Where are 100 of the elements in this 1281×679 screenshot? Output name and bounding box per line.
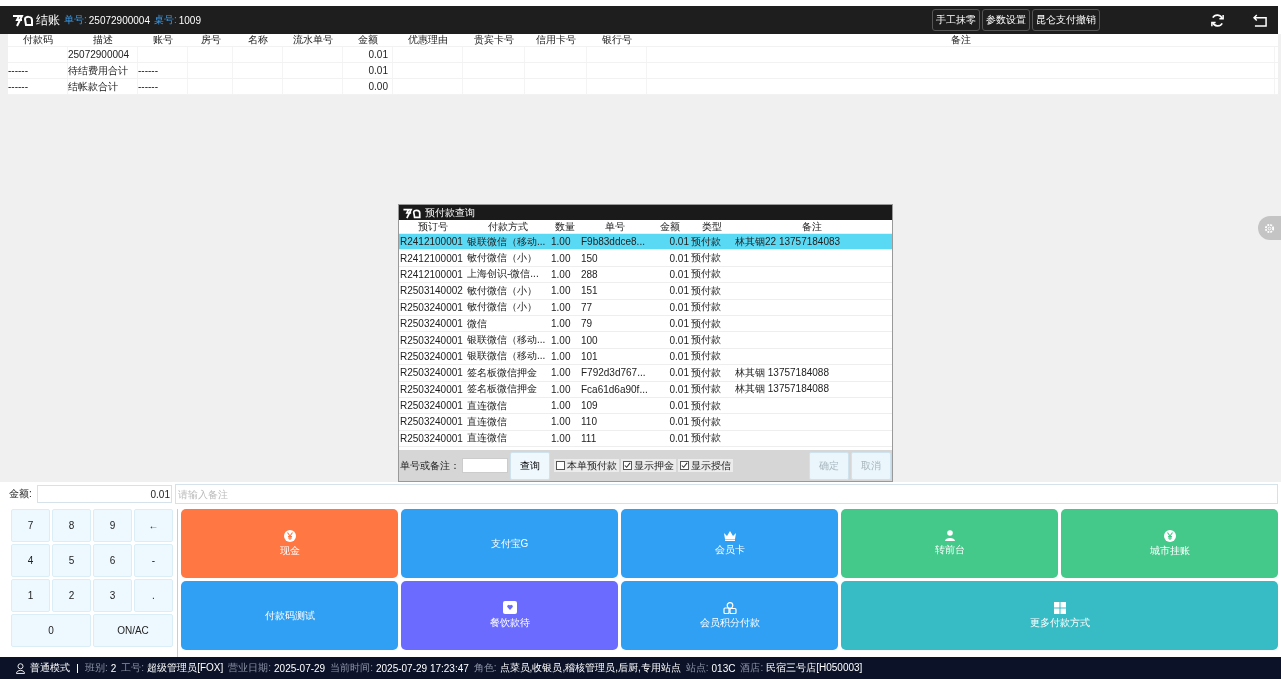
settings-handle[interactable] — [1258, 216, 1281, 240]
yen-icon — [283, 529, 296, 542]
table-number: 1009 — [178, 14, 201, 26]
table-cell: 1.00 — [551, 285, 571, 297]
keypad-key[interactable]: . — [134, 579, 173, 612]
table-cell: 签名板微信押金 — [467, 382, 537, 397]
header-button[interactable]: 昆仑支付撤销 — [1032, 9, 1100, 31]
table-cell: 预付款 — [691, 316, 721, 331]
table-row[interactable]: R2503240001 微信 1.00 79 0.01 预付款 — [399, 315, 892, 333]
table-cell: 1.00 — [551, 268, 571, 280]
table-row[interactable]: R2412100001 上海创识-微信... 1.00 288 0.01 预付款 — [399, 266, 892, 284]
table-cell: 1.00 — [551, 432, 571, 444]
table-row[interactable]: R2503240001 直连微信 1.00 111 0.01 预付款 — [399, 430, 892, 448]
table-cell: ------ — [138, 81, 158, 92]
remark-field[interactable]: 请输入备注 — [175, 484, 1278, 504]
search-field[interactable] — [462, 458, 508, 473]
keypad-key[interactable]: 3 — [93, 579, 132, 612]
table-cell: 直连微信 — [467, 398, 507, 413]
table-cell: 1.00 — [551, 301, 571, 313]
table-row[interactable]: R2503240001 银联微信（移动... 1.00 100 0.01 预付款 — [399, 332, 892, 349]
keypad-key[interactable]: 7 — [11, 509, 50, 542]
table-row[interactable]: R2503140002 敏付微信（小） 1.00 151 0.01 预付款 — [399, 283, 892, 300]
keypad-key[interactable]: ON/AC — [93, 614, 173, 647]
column-header: 类型 — [701, 219, 723, 234]
table-cell: 预付款 — [691, 398, 721, 413]
logo-icon — [402, 206, 422, 219]
keypad-key[interactable]: 8 — [52, 509, 91, 542]
filter-checkbox[interactable]: 显示授信 — [678, 459, 733, 472]
table-cell: 签名板微信押金 — [467, 365, 537, 380]
table-cell: 预付款 — [691, 382, 721, 397]
keypad-key[interactable]: 6 — [93, 544, 132, 577]
table-cell: 288 — [581, 268, 598, 280]
yen-icon — [1163, 529, 1176, 542]
table-cell: 0.01 — [368, 49, 388, 60]
status-value: 013C — [711, 662, 736, 674]
keypad-key[interactable]: 1 — [11, 579, 50, 612]
payment-button[interactable]: 餐饮款待 — [401, 581, 618, 650]
table-cell: R2503240001 — [400, 383, 463, 395]
order-label: 单号: — [64, 13, 87, 27]
table-row[interactable]: R2503240001 银联微信（移动... 1.00 101 0.01 预付款 — [399, 348, 892, 366]
amount-field[interactable]: 0.01 — [37, 485, 172, 503]
table-cell: R2503240001 — [400, 318, 463, 330]
table-cell: 0.01 — [669, 400, 689, 412]
keypad-key[interactable]: 2 — [52, 579, 91, 612]
table-cell: 101 — [581, 350, 598, 362]
table-cell: 151 — [581, 285, 598, 297]
column-header: 备注 — [950, 33, 972, 47]
table-row[interactable]: R2412100001 银联微信（移动... 1.00 F9b83ddce8... 0.01 预付款 林其铟22 13757184083 — [399, 234, 892, 251]
header-button[interactable]: 参数设置 — [982, 9, 1030, 31]
table-row[interactable]: R2503240001 直连微信 1.00 109 0.01 预付款 — [399, 397, 892, 415]
table-cell: 1.00 — [551, 350, 571, 362]
table-cell: 79 — [581, 318, 593, 330]
table-cell: 预付款 — [691, 431, 721, 446]
table-row[interactable]: R2503240001 签名板微信押金 1.00 Fca61d6a90f... 0.01 预付款 林其铟 13757184088 — [399, 381, 892, 398]
table-cell: 待结费用合计 — [68, 63, 128, 78]
back-icon[interactable] — [1253, 13, 1268, 27]
table-cell: 100 — [581, 334, 598, 346]
table-cell: 银联微信（移动... — [467, 333, 546, 348]
keypad-key[interactable]: 5 — [52, 544, 91, 577]
column-header: 备注 — [801, 219, 823, 234]
logo-icon — [12, 13, 34, 27]
table-cell: 1.00 — [551, 252, 571, 264]
status-value: 点菜员,收银员,稽核管理员,后厨,专用站点 — [499, 661, 681, 675]
column-header: 金额 — [357, 33, 379, 47]
table-cell: 直连微信 — [467, 431, 507, 446]
table-cell: 0.01 — [669, 367, 689, 379]
table-row[interactable]: R2503240001 敏付微信（小） 1.00 77 0.01 预付款 — [399, 299, 892, 316]
dialog-title: 预付款查询 — [425, 205, 475, 220]
keypad-key[interactable]: - — [134, 544, 173, 577]
order-number: 25072900004 — [88, 14, 150, 26]
table-cell: 敏付微信（小） — [467, 283, 537, 298]
table-cell: 1.00 — [551, 318, 571, 330]
header-button[interactable]: 手工抹零 — [932, 9, 980, 31]
keypad-key[interactable]: 0 — [11, 614, 91, 647]
coins-icon — [722, 601, 737, 614]
table-cell: ------ — [8, 81, 28, 92]
mode-label: 普通模式 — [30, 661, 70, 675]
table-cell: 25072900004 — [68, 49, 130, 60]
status-label: 工号: — [121, 661, 145, 675]
table-cell: 微信 — [467, 316, 487, 331]
column-header: 付款码 — [22, 33, 54, 47]
table-cell: R2503140002 — [400, 285, 463, 297]
table-row[interactable]: R2503240001 签名板微信押金 1.00 F792d3d767... 0.01 预付款 林其铟 13757184088 — [399, 365, 892, 382]
table-cell: 预付款 — [691, 283, 721, 298]
table-cell: R2503240001 — [400, 301, 463, 313]
keypad-key[interactable]: 9 — [93, 509, 132, 542]
table-cell: ------ — [138, 65, 158, 76]
table-cell: 上海创识-微信... — [467, 267, 539, 282]
table-cell: 110 — [581, 416, 597, 428]
column-header: 描述 — [92, 33, 114, 47]
query-button[interactable]: 查询 — [510, 451, 550, 480]
table-row[interactable]: R2503240001 直连微信 1.00 110 0.01 预付款 — [399, 414, 892, 431]
keypad-key[interactable]: 4 — [11, 544, 50, 577]
keypad-key[interactable]: ← — [134, 509, 173, 542]
refresh-icon[interactable] — [1210, 12, 1225, 28]
table-row[interactable]: R2412100001 敏付微信（小） 1.00 150 0.01 预付款 — [399, 250, 892, 267]
table-cell: 结帐款合计 — [68, 79, 118, 94]
filter-checkbox[interactable]: 显示押金 — [621, 459, 676, 472]
filter-checkbox[interactable]: 本单预付款 — [554, 459, 619, 472]
table-cell: 敏付微信（小） — [467, 300, 537, 315]
